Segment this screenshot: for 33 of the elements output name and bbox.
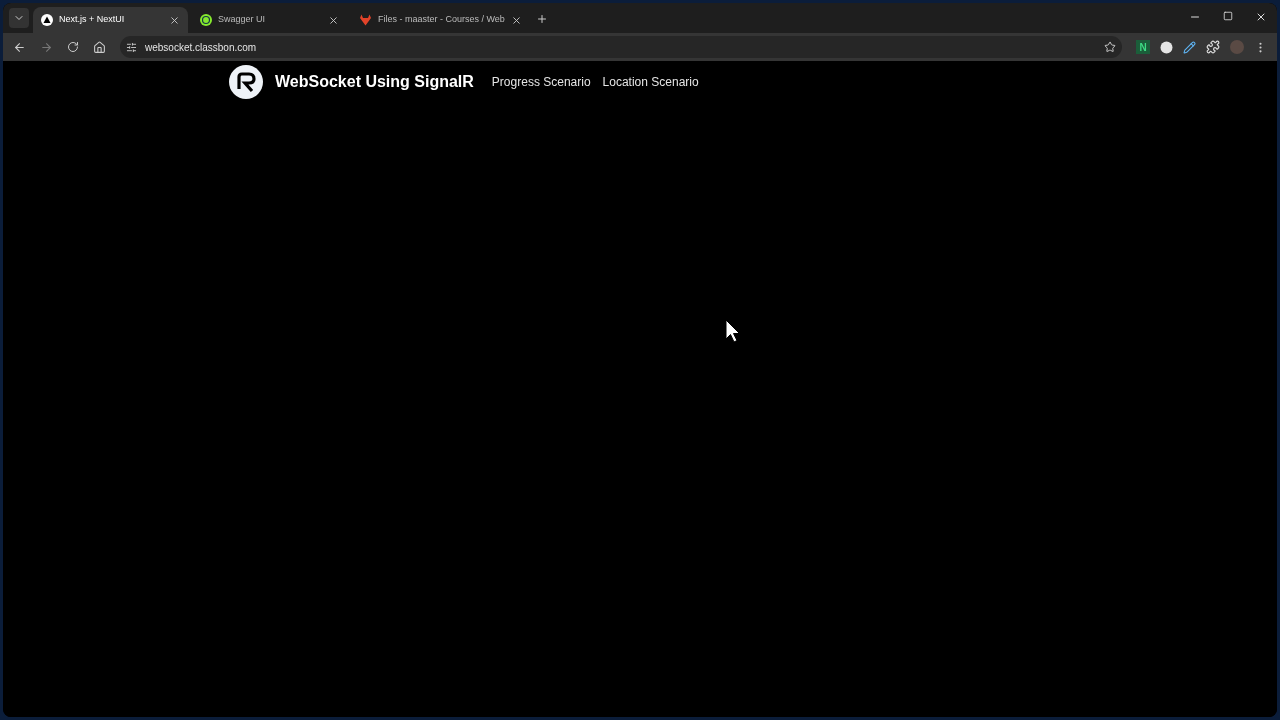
nav-link[interactable]: Progress Scenario: [491, 73, 591, 91]
close-icon[interactable]: [510, 14, 522, 26]
home-icon[interactable]: [93, 40, 106, 54]
address-bar[interactable]: websocket.classbon.com: [120, 36, 1122, 58]
swagger-icon: [200, 14, 212, 26]
forward-icon[interactable]: [40, 40, 53, 54]
nav-link[interactable]: Location Scenario: [602, 73, 699, 91]
reload-icon[interactable]: [67, 41, 79, 53]
puzzle-icon[interactable]: [1206, 40, 1220, 54]
tab-title: Files - maaster - Courses / Web: [378, 13, 505, 27]
close-icon[interactable]: [328, 14, 339, 26]
page-title: WebSocket Using SignalR: [275, 72, 474, 92]
site-settings-icon[interactable]: [126, 41, 137, 53]
close-icon[interactable]: [1255, 11, 1267, 23]
fox-icon: [359, 14, 372, 26]
tab-list-button[interactable]: [9, 8, 29, 28]
browser-tab[interactable]: Next.js + NextUI: [33, 7, 188, 33]
browser-tab[interactable]: Swagger UI: [192, 7, 347, 33]
back-icon[interactable]: [13, 40, 26, 54]
bookmark-icon[interactable]: [1104, 41, 1116, 53]
close-icon[interactable]: [169, 14, 180, 26]
tab-title: Swagger UI: [218, 13, 267, 27]
tab-title: Next.js + NextUI: [59, 13, 126, 27]
circle-icon[interactable]: [1160, 40, 1173, 54]
pen-icon[interactable]: [1183, 40, 1196, 54]
new-tab-icon[interactable]: [535, 13, 548, 25]
browser-tab[interactable]: Files - maaster - Courses / Web: [351, 7, 530, 33]
triangle-icon: [41, 14, 53, 26]
logo-icon: [229, 65, 263, 99]
cursor-icon: [725, 319, 741, 345]
url-text: websocket.classbon.com: [145, 40, 257, 55]
extension-icon[interactable]: N: [1136, 40, 1150, 54]
maximize-icon[interactable]: [1223, 11, 1233, 21]
